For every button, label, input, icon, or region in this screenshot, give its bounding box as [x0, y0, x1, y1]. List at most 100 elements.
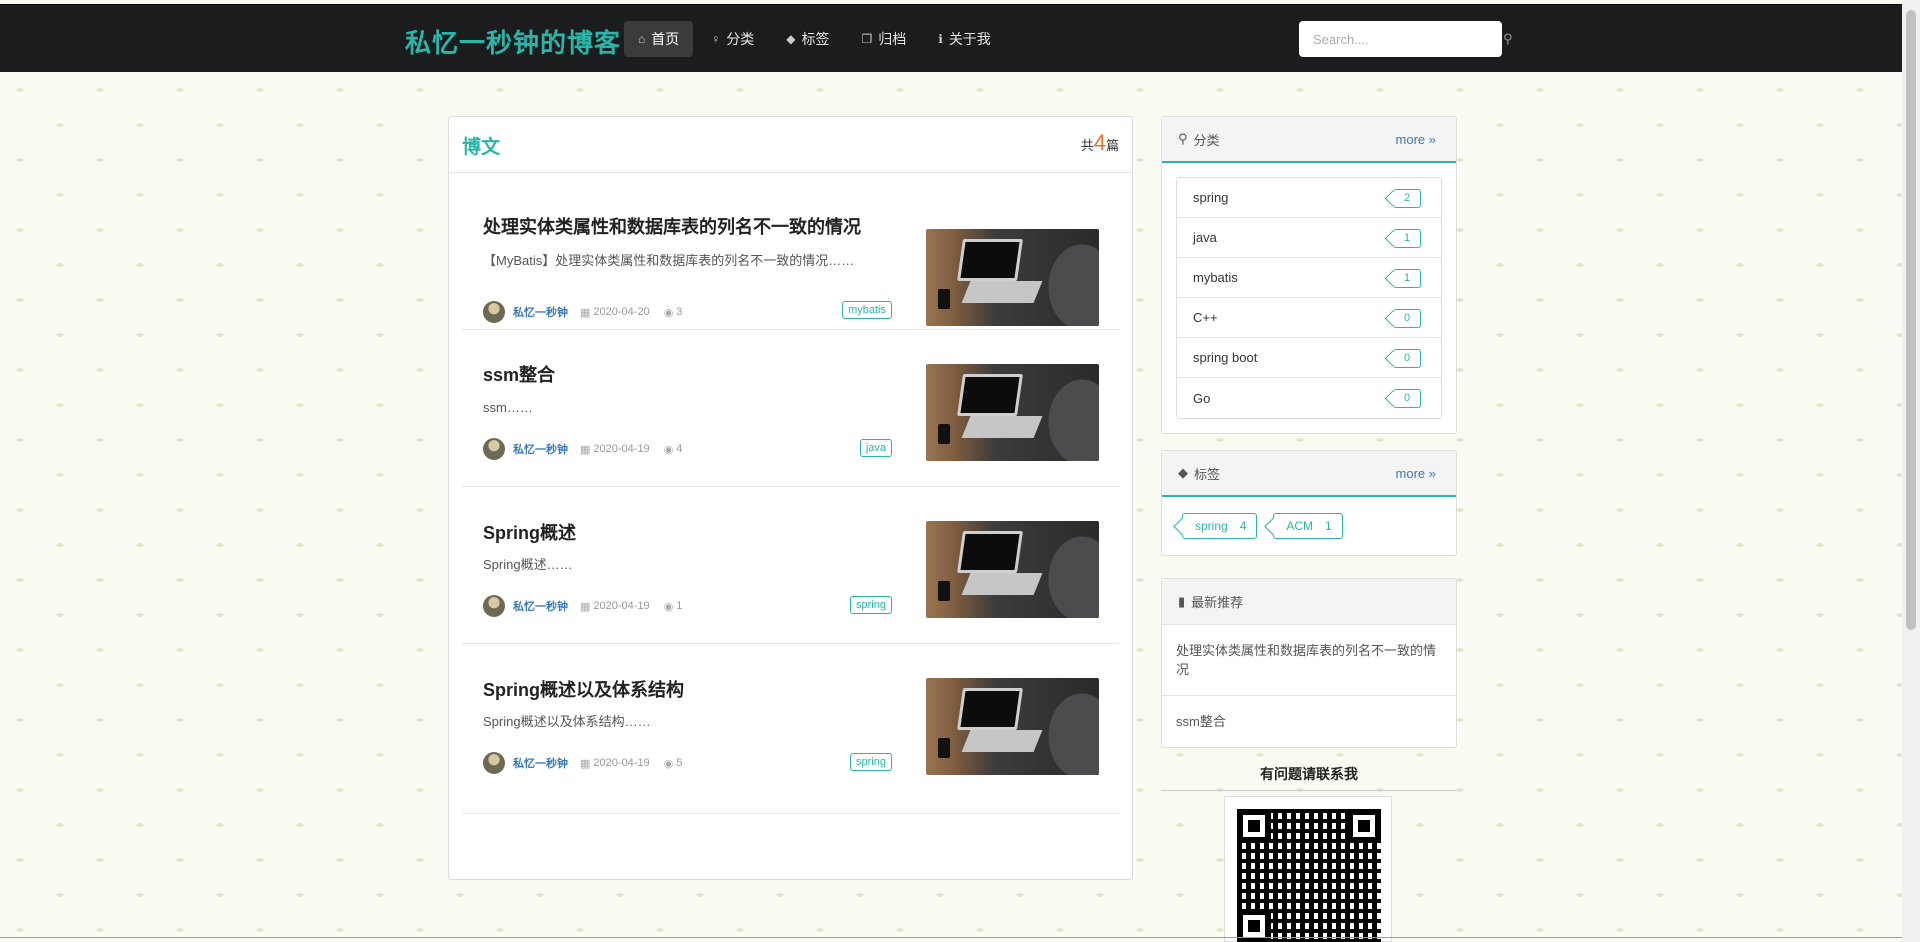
scrollbar-thumb[interactable] — [1906, 10, 1916, 630]
category-name: mybatis — [1193, 270, 1238, 285]
post-views: 3 — [676, 306, 683, 318]
category-list: spring 2 java 1 mybatis 1 C++ 0 spring b… — [1176, 177, 1442, 419]
post-author[interactable]: 私忆一秒钟 — [513, 598, 568, 614]
avatar[interactable] — [483, 301, 505, 323]
thumbnail-phone — [938, 581, 950, 601]
post-thumbnail[interactable] — [926, 229, 1099, 326]
post-meta: 私忆一秒钟 ▦ 2020-04-19 ◉ 5 — [483, 752, 682, 774]
category-count: 1 — [1393, 269, 1421, 288]
bottom-divider — [0, 937, 1902, 938]
post-item: ssm整合 ssm…… 私忆一秒钟 ▦ 2020-04-19 ◉ 4 java — [462, 330, 1119, 487]
tag-name: ACM — [1286, 519, 1314, 533]
post-title[interactable]: ssm整合 — [483, 361, 555, 387]
recommend-card: ▮ 最新推荐 处理实体类属性和数据库表的列名不一致的情况 ssm整合 — [1161, 578, 1457, 748]
lightbulb-icon: ⚲ — [1178, 131, 1188, 146]
thumbnail-laptop — [957, 688, 1023, 730]
thumbnail-keyboard — [961, 416, 1043, 438]
category-name: spring — [1193, 190, 1229, 205]
category-item[interactable]: java 1 — [1177, 218, 1441, 258]
search-box: ⚲ — [1299, 21, 1513, 57]
nav-item-label: 归档 — [878, 31, 907, 47]
post-tag[interactable]: spring — [850, 596, 892, 614]
post-meta: 私忆一秒钟 ▦ 2020-04-19 ◉ 4 — [483, 438, 682, 460]
posts-count-number: 4 — [1093, 130, 1106, 155]
post-author[interactable]: 私忆一秒钟 — [513, 304, 568, 320]
thumbnail-laptop — [957, 374, 1023, 416]
category-item[interactable]: spring 2 — [1177, 178, 1441, 218]
avatar[interactable] — [483, 438, 505, 460]
top-navbar: 私忆一秒钟的博客 ⌂ 首页 ♀ 分类 ◆ 标签 ❐ 归档 ℹ 关于我 ⚲ — [0, 4, 1902, 72]
tag-count: 4 — [1239, 519, 1247, 533]
nav-item-tags[interactable]: ◆ 标签 — [772, 21, 843, 57]
eye-icon: ◉ — [663, 757, 674, 770]
thumbnail-phone — [938, 424, 950, 444]
search-icon[interactable]: ⚲ — [1503, 31, 1513, 47]
search-input[interactable] — [1299, 21, 1503, 57]
thumbnail-keyboard — [961, 281, 1043, 303]
eye-icon: ◉ — [663, 600, 674, 613]
eye-icon: ◉ — [663, 443, 674, 456]
post-title[interactable]: Spring概述 — [483, 519, 576, 545]
nav-item-home[interactable]: ⌂ 首页 — [624, 21, 694, 57]
post-tag[interactable]: java — [859, 439, 892, 457]
tag-name: spring — [1195, 519, 1228, 533]
site-logo[interactable]: 私忆一秒钟的博客 — [405, 23, 621, 60]
post-author[interactable]: 私忆一秒钟 — [513, 441, 568, 457]
page-scrollbar[interactable] — [1902, 0, 1920, 942]
posts-panel: 博文 共4篇 处理实体类属性和数据库表的列名不一致的情况 【MyBatis】处理… — [448, 116, 1133, 880]
avatar[interactable] — [483, 752, 505, 774]
tags-card: ◆ 标签 more » spring 4 ACM 1 — [1161, 450, 1457, 556]
category-item[interactable]: Go 0 — [1177, 378, 1441, 418]
recommend-item[interactable]: 处理实体类属性和数据库表的列名不一致的情况 — [1162, 625, 1456, 696]
posts-count-prefix: 共 — [1080, 138, 1094, 153]
category-count: 2 — [1393, 189, 1421, 208]
category-name: spring boot — [1193, 350, 1258, 365]
post-views: 1 — [676, 600, 683, 612]
post-item: Spring概述 Spring概述…… 私忆一秒钟 ▦ 2020-04-19 ◉… — [462, 487, 1119, 644]
post-author[interactable]: 私忆一秒钟 — [513, 755, 568, 771]
categories-card: ⚲ 分类 more » spring 2 java 1 mybatis 1 C+… — [1161, 116, 1457, 434]
nav-item-categories[interactable]: ♀ 分类 — [697, 21, 768, 57]
post-title[interactable]: Spring概述以及体系结构 — [483, 676, 684, 702]
nav-item-archive[interactable]: ❐ 归档 — [847, 21, 920, 57]
calendar-icon: ▦ — [580, 443, 591, 456]
recommend-item[interactable]: ssm整合 — [1162, 696, 1456, 747]
tags-more-link[interactable]: more » — [1396, 466, 1436, 481]
avatar[interactable] — [483, 595, 505, 617]
post-views: 5 — [676, 757, 683, 769]
category-item[interactable]: C++ 0 — [1177, 298, 1441, 338]
category-name: C++ — [1193, 310, 1218, 325]
tag-count: 1 — [1325, 519, 1332, 533]
tag-chip[interactable]: ACM 1 — [1273, 513, 1343, 539]
category-item[interactable]: spring boot 0 — [1177, 338, 1441, 378]
post-date: 2020-04-19 — [593, 600, 650, 612]
post-date: 2020-04-20 — [593, 306, 650, 318]
post-date: 2020-04-19 — [593, 443, 650, 455]
post-thumbnail[interactable] — [926, 364, 1099, 461]
categories-header: ⚲ 分类 more » — [1162, 117, 1456, 163]
post-excerpt: Spring概述以及体系结构…… — [483, 714, 651, 729]
info-icon: ℹ — [938, 32, 943, 46]
post-tag[interactable]: mybatis — [842, 301, 892, 319]
post-thumbnail[interactable] — [926, 678, 1099, 775]
contact-section: 有问题请联系我 — [1161, 764, 1457, 942]
archive-icon: ❐ — [861, 32, 873, 46]
thumbnail-person — [1019, 229, 1099, 326]
thumbnail-keyboard — [961, 730, 1043, 752]
thumbnail-person — [1019, 521, 1099, 618]
thumbnail-person — [1019, 364, 1099, 461]
calendar-icon: ▦ — [580, 600, 591, 613]
post-title[interactable]: 处理实体类属性和数据库表的列名不一致的情况 — [483, 213, 861, 239]
post-tag[interactable]: spring — [850, 753, 892, 771]
post-thumbnail[interactable] — [926, 521, 1099, 618]
calendar-icon: ▦ — [580, 306, 591, 319]
category-item[interactable]: mybatis 1 — [1177, 258, 1441, 298]
qr-finder — [1347, 809, 1381, 843]
nav-item-about[interactable]: ℹ 关于我 — [924, 21, 1005, 57]
category-count: 0 — [1393, 349, 1421, 368]
tag-chip[interactable]: spring 4 — [1182, 513, 1258, 539]
thumbnail-phone — [938, 738, 950, 758]
category-count: 1 — [1393, 229, 1421, 248]
categories-more-link[interactable]: more » — [1396, 132, 1436, 147]
post-meta: 私忆一秒钟 ▦ 2020-04-20 ◉ 3 — [483, 301, 682, 323]
